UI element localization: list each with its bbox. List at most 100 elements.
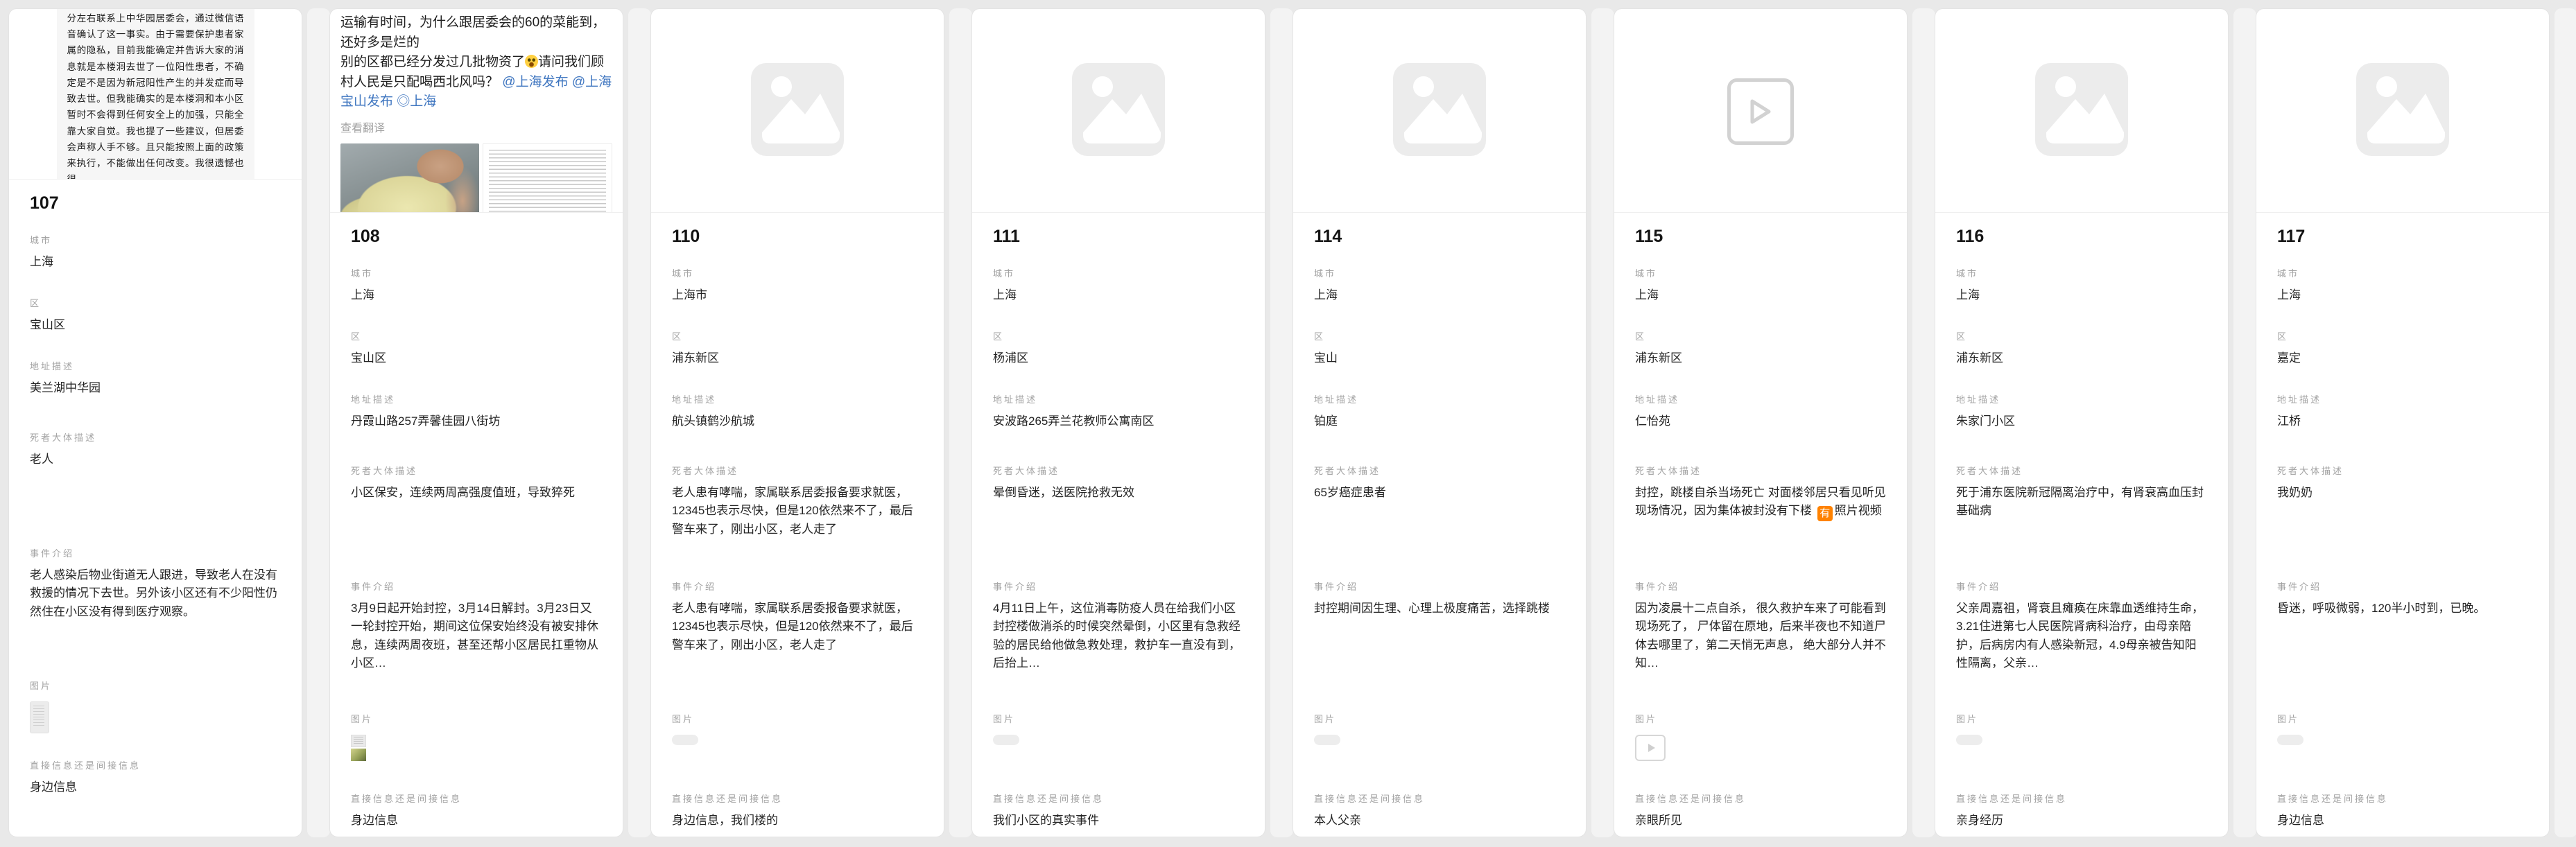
- field-city: 城市 上海: [2277, 266, 2528, 306]
- see-translation-link[interactable]: 查看翻译: [340, 119, 612, 135]
- field-label-image: 图片: [351, 712, 602, 725]
- field-event: 事件介绍 父亲周嘉祖，肾衰且瘫痪在床靠血透维持生命，3.21住进第七人民医院肾病…: [1956, 579, 2207, 691]
- card-scrollbar[interactable]: [1270, 8, 1293, 837]
- image-thumbnail[interactable]: [1635, 732, 1886, 772]
- field-label-deceased: 死者大体描述: [672, 464, 923, 477]
- field-city: 城市 上海: [351, 266, 602, 306]
- field-city: 城市 上海: [1635, 266, 1886, 306]
- image-pill-thumbnail[interactable]: [1956, 735, 1982, 745]
- field-district: 区 宝山区: [351, 329, 602, 369]
- record-card[interactable]: 运输有时间，为什么跟居委会的60的菜能到，还好多是烂的别的区都已经分发过几批物资…: [329, 8, 623, 837]
- field-deceased: 死者大体描述 老人: [30, 430, 281, 523]
- field-value-district: 浦东新区: [1635, 349, 1886, 369]
- card-scrollbar[interactable]: [1591, 8, 1614, 837]
- record-card[interactable]: 115 城市 上海 区 浦东新区 地址描述 仁怡苑 死者大体描述 封控，跳楼自杀…: [1614, 8, 1908, 837]
- video-placeholder-icon: [1727, 78, 1794, 145]
- field-value-event: 昏迷，呼吸微弱，120半小时到，已晚。: [2277, 600, 2528, 691]
- field-value-deceased: 小区保安，连续两周高强度值班，导致猝死: [351, 484, 602, 556]
- image-placeholder: [2256, 9, 2549, 168]
- field-value-deceased: 65岁癌症患者: [1314, 484, 1565, 556]
- field-label-direct: 直接信息还是间接信息: [672, 792, 923, 805]
- attachment-area[interactable]: [1614, 9, 1907, 212]
- field-value-direct: 亲身经历: [1956, 812, 2207, 831]
- field-value-city: 上海: [1956, 286, 2207, 306]
- field-value-direct: 亲眼所见: [1635, 812, 1886, 831]
- field-value-address: 航头镇鹤沙航城: [672, 412, 923, 433]
- field-city: 城市 上海市: [672, 266, 923, 306]
- field-value-deceased: 老人患有哮喘，家属联系居委报备要求就医，12345也表示尽快，但是120依然来不…: [672, 484, 923, 556]
- field-direct: 直接信息还是间接信息 我们小区的真实事件: [993, 792, 1244, 831]
- image-thumbnail[interactable]: [1956, 732, 2207, 772]
- field-label-deceased: 死者大体描述: [2277, 464, 2528, 477]
- image-thumbnail[interactable]: [351, 732, 602, 772]
- field-district: 区 浦东新区: [1956, 329, 2207, 369]
- image-thumbnail[interactable]: [672, 732, 923, 772]
- field-value-district: 浦东新区: [672, 349, 923, 369]
- record-number: 117: [2277, 227, 2528, 247]
- field-value-event: 老人患有哮喘，家属联系居委报备要求就医，12345也表示尽快，但是120依然来不…: [672, 600, 923, 691]
- field-district: 区 嘉定: [2277, 329, 2528, 369]
- field-label-direct: 直接信息还是间接信息: [351, 792, 602, 805]
- record-card[interactable]: 117 城市 上海 区 嘉定 地址描述 江桥 死者大体描述 我奶奶 事件介绍 昏…: [2256, 8, 2550, 837]
- field-value-direct: 身边信息，我们楼的: [672, 812, 923, 831]
- video-thumbnail[interactable]: [1635, 735, 1666, 761]
- image-pill-thumbnail[interactable]: [672, 735, 698, 745]
- card-scrollbar[interactable]: [1912, 8, 1935, 837]
- attachment-area[interactable]: [651, 9, 944, 212]
- image-thumbnail[interactable]: [1314, 732, 1565, 772]
- text-thumbnail[interactable]: [351, 735, 366, 747]
- record-card[interactable]: 116 城市 上海 区 浦东新区 地址描述 朱家门小区 死者大体描述 死于浦东医…: [1935, 8, 2229, 837]
- field-label-deceased: 死者大体描述: [1635, 464, 1886, 477]
- attachment-area[interactable]: [972, 9, 1265, 212]
- attachment-area[interactable]: 分左右联系上中华园居委会，通过微信语音确认了这一事实。由于需要保护患者家属的隐私…: [9, 9, 302, 179]
- field-label-image: 图片: [30, 679, 281, 692]
- field-value-event: 3月9日起开始封控，3月14日解封。3月23日又一轮封控开始，期间这位保安始终没…: [351, 600, 602, 691]
- record-card[interactable]: 114 城市 上海 区 宝山 地址描述 铂庭 死者大体描述 65岁癌症患者 事件…: [1293, 8, 1587, 837]
- mention-link[interactable]: @上海发布: [502, 75, 568, 89]
- card-scrollbar[interactable]: [2555, 8, 2576, 837]
- record-card[interactable]: 110 城市 上海市 区 浦东新区 地址描述 航头镇鹤沙航城 死者大体描述 老人…: [650, 8, 944, 837]
- field-value-direct: 身边信息: [30, 778, 281, 798]
- image-pill-thumbnail[interactable]: [1314, 735, 1340, 745]
- image-thumbnail[interactable]: [993, 732, 1244, 772]
- mention-link[interactable]: ◎上海: [397, 94, 436, 109]
- image-pill-thumbnail[interactable]: [993, 735, 1019, 745]
- card-scrollbar[interactable]: [2233, 8, 2256, 837]
- attachment-area[interactable]: [1293, 9, 1586, 212]
- card-scrollbar[interactable]: [628, 8, 651, 837]
- record-fields: 114 城市 上海 区 宝山 地址描述 铂庭 死者大体描述 65岁癌症患者 事件…: [1293, 212, 1586, 831]
- weibo-post-preview: 运输有时间，为什么跟居委会的60的菜能到，还好多是烂的别的区都已经分发过几批物资…: [330, 9, 623, 212]
- field-label-event: 事件介绍: [1956, 579, 2207, 593]
- field-value-address: 朱家门小区: [1956, 412, 2207, 433]
- image-pill-thumbnail[interactable]: [2277, 735, 2303, 745]
- field-value-event: 4月11日上午，这位消毒防疫人员在给我们小区封控楼做消杀的时候突然晕倒，小区里有…: [993, 600, 1244, 691]
- photo-thumbnail[interactable]: [351, 749, 366, 761]
- field-deceased: 死者大体描述 死于浦东医院新冠隔离治疗中，有肾衰高血压封基础病: [1956, 464, 2207, 556]
- field-value-direct: 身边信息: [351, 812, 602, 831]
- record-card[interactable]: 分左右联系上中华园居委会，通过微信语音确认了这一事实。由于需要保护患者家属的隐私…: [8, 8, 302, 837]
- record-number: 115: [1635, 227, 1886, 247]
- field-image: 图片: [30, 679, 281, 739]
- image-thumbnail[interactable]: [2277, 732, 2528, 772]
- field-address: 地址描述 朱家门小区: [1956, 392, 2207, 433]
- card-scrollbar[interactable]: [307, 8, 330, 837]
- image-thumbnail[interactable]: [30, 699, 281, 739]
- field-value-address: 美兰湖中华园: [30, 379, 281, 400]
- field-value-city: 上海市: [672, 286, 923, 306]
- field-city: 城市 上海: [1314, 266, 1565, 306]
- field-value-city: 上海: [993, 286, 1244, 306]
- record-card[interactable]: 111 城市 上海 区 杨浦区 地址描述 安波路265弄兰花教师公寓南区 死者大…: [971, 8, 1265, 837]
- image-placeholder: [651, 9, 944, 168]
- two-image-thumbnails[interactable]: [351, 735, 366, 761]
- field-event: 事件介绍 4月11日上午，这位消毒防疫人员在给我们小区封控楼做消杀的时候突然晕倒…: [993, 579, 1244, 691]
- field-address: 地址描述 仁怡苑: [1635, 392, 1886, 433]
- image-placeholder-icon: [1060, 51, 1177, 168]
- attachment-area[interactable]: 运输有时间，为什么跟居委会的60的菜能到，还好多是烂的别的区都已经分发过几批物资…: [330, 9, 623, 212]
- attachment-area[interactable]: [1935, 9, 2228, 212]
- field-label-district: 区: [2277, 329, 2528, 342]
- field-deceased: 死者大体描述 小区保安，连续两周高强度值班，导致猝死: [351, 464, 602, 556]
- card-scrollbar[interactable]: [949, 8, 972, 837]
- record-number: 114: [1314, 227, 1565, 247]
- attachment-area[interactable]: [2256, 9, 2549, 212]
- screenshot-thumbnail[interactable]: [30, 701, 49, 733]
